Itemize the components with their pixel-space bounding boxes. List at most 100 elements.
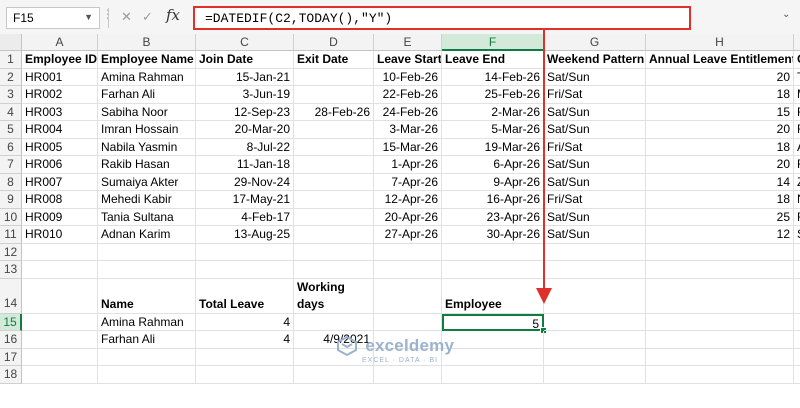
cell-h4[interactable]: 15 [646, 103, 794, 121]
cell-h10[interactable]: 25 [646, 208, 794, 226]
row-header-12[interactable]: 12 [0, 243, 22, 261]
cell-b1[interactable]: Employee Name [98, 51, 196, 69]
cell-g7[interactable]: Sat/Sun [544, 156, 646, 174]
cell-f4[interactable]: 2-Mar-26 [442, 103, 544, 121]
cell-b2[interactable]: Amina Rahman [98, 68, 196, 86]
cell-b18[interactable] [98, 366, 196, 384]
cell-g16[interactable] [544, 331, 646, 349]
cell-a9[interactable]: HR008 [22, 191, 98, 209]
cell-g9[interactable]: Fri/Sat [544, 191, 646, 209]
cell-c8[interactable]: 29-Nov-24 [196, 173, 294, 191]
cell-c17[interactable] [196, 348, 294, 366]
cell-c13[interactable] [196, 261, 294, 279]
cell-f8[interactable]: 9-Apr-26 [442, 173, 544, 191]
cell-h6[interactable]: 18 [646, 138, 794, 156]
cell-i12[interactable] [794, 244, 800, 261]
cell-i9[interactable]: N [794, 191, 800, 209]
cell-e4[interactable]: 24-Feb-26 [374, 103, 442, 121]
cell-d10[interactable] [294, 208, 374, 226]
cell-b4[interactable]: Sabiha Noor [98, 103, 196, 121]
cell-e8[interactable]: 7-Apr-26 [374, 173, 442, 191]
cell-e5[interactable]: 3-Mar-26 [374, 121, 442, 139]
select-all-corner[interactable] [0, 34, 22, 51]
row-header-6[interactable]: 6 [0, 138, 22, 156]
column-header-d[interactable]: D [294, 34, 374, 51]
row-header-8[interactable]: 8 [0, 173, 22, 191]
cell-i1[interactable]: C [794, 51, 800, 69]
enter-icon[interactable]: ✓ [142, 9, 153, 25]
column-header-h[interactable]: H [646, 34, 794, 51]
cell-g4[interactable]: Sat/Sun [544, 103, 646, 121]
cell-h12[interactable] [646, 243, 794, 261]
cell-b14[interactable]: Name [98, 278, 196, 314]
cell-a7[interactable]: HR006 [22, 156, 98, 174]
cell-f5[interactable]: 5-Mar-26 [442, 121, 544, 139]
column-header-g[interactable]: G [544, 34, 646, 51]
cell-c9[interactable]: 17-May-21 [196, 191, 294, 209]
cell-i7[interactable]: F [794, 156, 800, 174]
cell-h3[interactable]: 18 [646, 86, 794, 104]
cell-c5[interactable]: 20-Mar-20 [196, 121, 294, 139]
cell-i3[interactable]: M [794, 86, 800, 104]
cell-f3[interactable]: 25-Feb-26 [442, 86, 544, 104]
cell-g10[interactable]: Sat/Sun [544, 208, 646, 226]
cell-d12[interactable] [294, 243, 374, 261]
cell-f11[interactable]: 30-Apr-26 [442, 226, 544, 244]
cell-c10[interactable]: 4-Feb-17 [196, 208, 294, 226]
cell-b17[interactable] [98, 348, 196, 366]
cell-a18[interactable] [22, 366, 98, 384]
cell-g12[interactable] [544, 243, 646, 261]
cell-b12[interactable] [98, 243, 196, 261]
row-header-14[interactable]: 14 [0, 278, 22, 314]
cell-a14[interactable] [22, 278, 98, 314]
cell-h15[interactable] [646, 313, 794, 331]
cell-g1[interactable]: Weekend Pattern [544, 51, 646, 69]
row-header-16[interactable]: 16 [0, 331, 22, 349]
cell-h8[interactable]: 14 [646, 173, 794, 191]
cell-e1[interactable]: Leave Start [374, 51, 442, 69]
cell-b3[interactable]: Farhan Ali [98, 86, 196, 104]
cell-g13[interactable] [544, 261, 646, 279]
cell-g5[interactable]: Sat/Sun [544, 121, 646, 139]
cell-e7[interactable]: 1-Apr-26 [374, 156, 442, 174]
cell-h14[interactable] [646, 278, 794, 314]
cell-f2[interactable]: 14-Feb-26 [442, 68, 544, 86]
row-header-17[interactable]: 17 [0, 348, 22, 366]
cell-d1[interactable]: Exit Date [294, 51, 374, 69]
cell-b5[interactable]: Imran Hossain [98, 121, 196, 139]
cancel-icon[interactable]: ✕ [121, 9, 132, 25]
cell-a10[interactable]: HR009 [22, 208, 98, 226]
cell-h2[interactable]: 20 [646, 68, 794, 86]
cell-f17[interactable] [442, 348, 544, 366]
cell-d14[interactable]: Working daysin Probation [294, 278, 374, 314]
cell-c2[interactable]: 15-Jan-21 [196, 68, 294, 86]
row-header-5[interactable]: 5 [0, 121, 22, 139]
formula-input[interactable]: =DATEDIF(C2,TODAY(),"Y") [193, 6, 691, 30]
cell-d11[interactable] [294, 226, 374, 244]
column-header-i[interactable]: I [794, 34, 800, 51]
row-header-11[interactable]: 11 [0, 226, 22, 244]
cell-h1[interactable]: Annual Leave Entitlement [646, 51, 794, 69]
cell-d8[interactable] [294, 173, 374, 191]
cell-c18[interactable] [196, 366, 294, 384]
cell-c7[interactable]: 11-Jan-18 [196, 156, 294, 174]
cell-a6[interactable]: HR005 [22, 138, 98, 156]
cell-d3[interactable] [294, 86, 374, 104]
cell-g14[interactable] [544, 278, 646, 314]
cell-c3[interactable]: 3-Jun-19 [196, 86, 294, 104]
cell-e15[interactable] [374, 313, 442, 331]
cell-b8[interactable]: Sumaiya Akter [98, 173, 196, 191]
cell-h11[interactable]: 12 [646, 226, 794, 244]
cell-c6[interactable]: 8-Jul-22 [196, 138, 294, 156]
cell-c16[interactable]: 4 [196, 331, 294, 349]
cell-f10[interactable]: 23-Apr-26 [442, 208, 544, 226]
row-header-13[interactable]: 13 [0, 261, 22, 279]
chevron-down-icon[interactable]: ▼ [84, 12, 93, 22]
cell-i15[interactable] [794, 314, 800, 331]
cell-f9[interactable]: 16-Apr-26 [442, 191, 544, 209]
cell-h7[interactable]: 20 [646, 156, 794, 174]
cell-i6[interactable]: A [794, 139, 800, 156]
cell-e10[interactable]: 20-Apr-26 [374, 208, 442, 226]
cell-g3[interactable]: Fri/Sat [544, 86, 646, 104]
cell-a11[interactable]: HR010 [22, 226, 98, 244]
